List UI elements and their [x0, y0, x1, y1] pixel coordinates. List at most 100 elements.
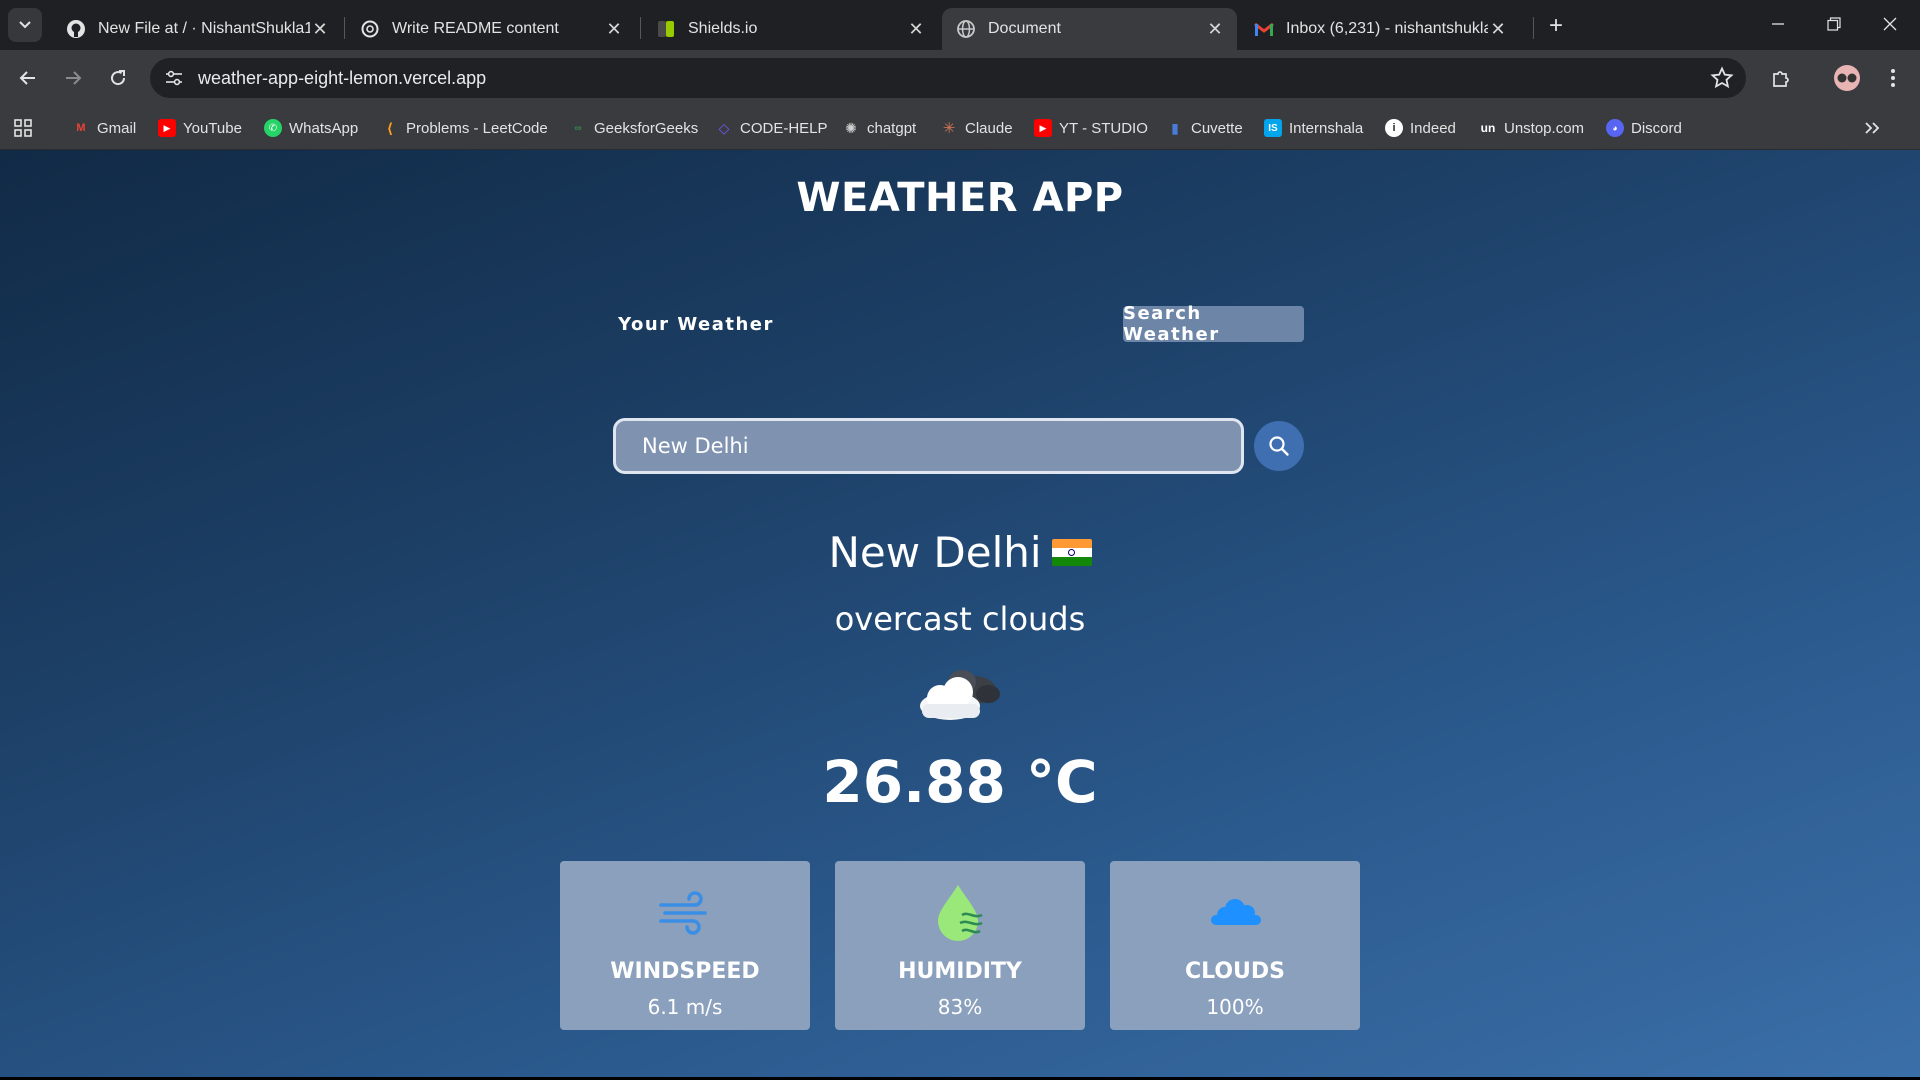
bookmark-leetcode[interactable]: ⟨ Problems - LeetCode: [381, 116, 548, 140]
cloud-icon: [1211, 899, 1261, 925]
search-icon: [1269, 436, 1289, 456]
bookmark-youtube[interactable]: ▶ YouTube: [158, 116, 242, 140]
city-search-input[interactable]: [613, 418, 1244, 474]
internshala-icon: IS: [1264, 119, 1282, 137]
humidity-icon: [938, 885, 983, 941]
bookmark-label: Discord: [1631, 119, 1682, 137]
page-title: WEATHER APP: [796, 175, 1124, 221]
minimize-button[interactable]: [1750, 0, 1806, 48]
arrow-right-icon: [66, 71, 82, 85]
windspeed-value: 6.1 m/s: [647, 995, 723, 1019]
address-bar[interactable]: weather-app-eight-lemon.vercel.app: [150, 58, 1746, 98]
browser-tab[interactable]: Shields.io ✕: [642, 8, 938, 50]
wind-icon: [659, 891, 707, 935]
tab-title: New File at / · NishantShukla10...: [98, 20, 310, 37]
chevron-down-icon: [19, 21, 31, 29]
bookmarks-bar: M Gmail ▶ YouTube ✆ WhatsApp ⟨ Problems - Le…: [0, 106, 1920, 150]
indeed-icon: i: [1385, 119, 1403, 137]
bookmark-indeed[interactable]: i Indeed: [1385, 116, 1456, 140]
bookmark-whatsapp[interactable]: ✆ WhatsApp: [264, 116, 358, 140]
bookmark-label: Internshala: [1289, 119, 1364, 137]
close-window-button[interactable]: [1862, 0, 1918, 48]
tab-separator: [344, 17, 345, 39]
tab-title: Write README content: [392, 20, 559, 37]
youtube-icon: ▶: [158, 119, 176, 137]
card-label: WINDSPEED: [610, 959, 760, 984]
bookmark-label: Gmail: [97, 119, 137, 137]
bookmark-geeksforgeeks[interactable]: ∞ GeeksforGeeks: [569, 116, 698, 140]
apps-button[interactable]: [14, 116, 32, 140]
bookmark-unstop[interactable]: un Unstop.com: [1479, 116, 1584, 140]
your-weather-tab[interactable]: Your Weather: [613, 306, 779, 342]
cuvette-icon: ▮: [1171, 119, 1179, 136]
browser-tab[interactable]: Inbox (6,231) - nishantshukla33... ✕: [1240, 8, 1520, 50]
search-weather-tab[interactable]: Search Weather: [1123, 303, 1304, 345]
humidity-value: 83%: [937, 995, 983, 1019]
chatgpt-icon: [360, 19, 380, 39]
minimize-icon: [1772, 23, 1784, 25]
tab-search-menu-button[interactable]: [8, 8, 42, 42]
whatsapp-icon: ✆: [264, 119, 282, 137]
arrow-left-icon: [19, 71, 35, 85]
bookmark-label: CODE-HELP: [740, 119, 828, 137]
bookmark-label: YT - STUDIO: [1059, 119, 1148, 137]
puzzle-icon: [1773, 71, 1789, 87]
bookmark-claude[interactable]: ✳ Claude: [940, 116, 1013, 140]
bookmark-discord[interactable]: ◕ Discord: [1606, 116, 1682, 140]
code-help-icon: ◇: [718, 119, 730, 136]
bookmark-label: Cuvette: [1191, 119, 1243, 137]
search-button[interactable]: [1254, 421, 1304, 471]
close-icon: [1883, 17, 1897, 31]
bookmark-cuvette[interactable]: ▮ Cuvette: [1166, 116, 1243, 140]
youtube-studio-icon: ▶: [1034, 119, 1052, 137]
city-name: New Delhi: [828, 528, 1042, 577]
close-icon[interactable]: ✕: [906, 19, 926, 39]
bookmark-label: GeeksforGeeks: [594, 119, 699, 137]
restore-button[interactable]: [1806, 0, 1862, 48]
bookmark-chatgpt[interactable]: ✺ chatgpt: [842, 116, 916, 140]
site-info-icon[interactable]: [154, 58, 194, 98]
geeksforgeeks-icon: ∞: [574, 122, 582, 134]
chatgpt-icon: ✺: [845, 119, 857, 136]
browser-tab-active[interactable]: Document ✕: [942, 8, 1237, 50]
new-tab-button[interactable]: +: [1542, 12, 1570, 40]
more-vertical-icon: [1891, 69, 1895, 87]
more-bookmarks-button[interactable]: [1864, 116, 1880, 140]
tab-separator: [1533, 17, 1534, 39]
browser-toolbar: weather-app-eight-lemon.vercel.app: [0, 50, 1920, 106]
extensions-button[interactable]: [1763, 60, 1799, 96]
grid-icon: [14, 119, 32, 137]
github-icon: [66, 19, 86, 39]
tab-title: Inbox (6,231) - nishantshukla33...: [1286, 20, 1488, 37]
browser-tab[interactable]: Write README content ✕: [346, 8, 636, 50]
clouds-value: 100%: [1206, 995, 1264, 1019]
close-icon[interactable]: ✕: [1488, 19, 1508, 39]
restore-icon: [1827, 17, 1841, 31]
tab-separator: [640, 17, 641, 39]
bookmark-code-help[interactable]: ◇ CODE-HELP: [715, 116, 828, 140]
star-icon[interactable]: [1710, 66, 1734, 90]
profile-button[interactable]: [1829, 60, 1865, 96]
city-heading: New Delhi: [0, 528, 1920, 577]
bookmark-gmail[interactable]: M Gmail: [72, 116, 136, 140]
url-text: weather-app-eight-lemon.vercel.app: [198, 67, 487, 88]
browser-tab[interactable]: New File at / · NishantShukla10... ✕: [52, 8, 342, 50]
bookmark-internshala[interactable]: IS Internshala: [1264, 116, 1363, 140]
bookmark-yt-studio[interactable]: ▶ YT - STUDIO: [1034, 116, 1148, 140]
bookmark-label: Unstop.com: [1504, 119, 1585, 137]
close-icon[interactable]: ✕: [604, 19, 624, 39]
close-icon[interactable]: ✕: [310, 19, 330, 39]
discord-icon: ◕: [1606, 119, 1624, 137]
card-label: HUMIDITY: [898, 959, 1022, 984]
card-label: CLOUDS: [1184, 959, 1286, 984]
leetcode-icon: ⟨: [386, 119, 394, 136]
reload-icon: [111, 70, 126, 86]
unstop-icon: un: [1480, 121, 1496, 135]
bookmark-label: WhatsApp: [289, 119, 359, 137]
back-button[interactable]: [10, 60, 46, 96]
humidity-card: HUMIDITY 83%: [835, 861, 1085, 1030]
close-icon[interactable]: ✕: [1205, 19, 1225, 39]
browser-menu-button[interactable]: [1875, 60, 1911, 96]
reload-button[interactable]: [100, 60, 136, 96]
forward-button[interactable]: [55, 60, 91, 96]
